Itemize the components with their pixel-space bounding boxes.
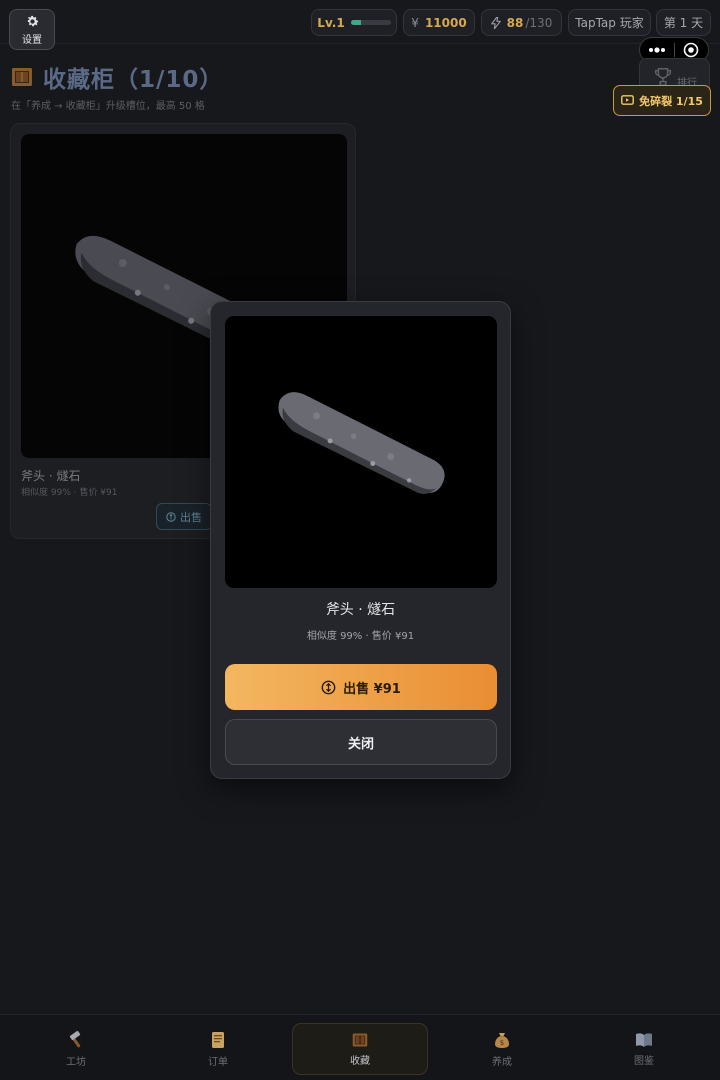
close-button[interactable]: 关闭	[225, 719, 497, 765]
page-subtitle: 在「养成 → 收藏柜」升级槽位，最高 50 格	[11, 101, 205, 112]
level-progress-fill	[350, 20, 361, 25]
nav-label: 收藏	[350, 1055, 370, 1067]
close-button-label: 关闭	[347, 736, 374, 752]
energy-pill[interactable]: 88 /130	[481, 9, 562, 36]
item-detail-modal: 斧头 · 燧石 相似度 99% · 售价 ¥91 出售 ¥91 关闭	[210, 301, 511, 779]
energy-max: /130	[525, 15, 553, 30]
flint-axe-model	[278, 392, 445, 494]
sell-button[interactable]: 出售 ¥91	[225, 664, 497, 710]
coins-value: 11000	[424, 15, 467, 30]
nav-item-orders[interactable]: 订单	[150, 1023, 286, 1075]
yen-icon: ¥	[411, 15, 419, 30]
nav-item-collection[interactable]: 收藏	[292, 1023, 428, 1075]
hammer-icon	[69, 1030, 81, 1047]
day-pill: 第 1 天	[656, 9, 711, 36]
scroll-icon	[212, 1031, 224, 1048]
card-sell-label: 出售	[180, 510, 202, 524]
coin-icon	[321, 680, 336, 694]
level-progress-bar	[350, 20, 391, 25]
nav-label: 养成	[492, 1056, 512, 1068]
card-item-name: 斧头 · 燧石	[21, 469, 81, 483]
page-title: 收藏柜（1/10）	[43, 67, 224, 93]
free-shatter-button[interactable]: 免碎裂 1/15	[613, 85, 711, 116]
modal-item-meta: 相似度 99% · 售价 ¥91	[306, 631, 415, 642]
nav-label: 订单	[208, 1056, 228, 1068]
target-circle-icon	[683, 42, 699, 58]
player-name: TapTap 玩家	[575, 16, 644, 30]
level-label: Lv.1	[317, 15, 345, 30]
bottom-navigation: 工坊 订单 收藏 $ 养成 图鉴	[0, 1014, 720, 1080]
cabinet-icon	[12, 68, 32, 86]
card-sell-button[interactable]: 出售	[156, 503, 212, 530]
cabinet-icon	[352, 1032, 368, 1047]
nav-label: 工坊	[66, 1056, 86, 1068]
modal-item-name: 斧头 · 燧石	[325, 602, 396, 618]
modal-artifact-preview[interactable]	[225, 316, 497, 588]
nav-item-upgrade[interactable]: $ 养成	[434, 1023, 570, 1075]
sell-button-label: 出售 ¥91	[343, 681, 401, 697]
page-header: 收藏柜（1/10）	[11, 60, 223, 94]
coins-pill[interactable]: ¥ 11000	[403, 9, 475, 36]
svg-text:$: $	[500, 1039, 504, 1047]
moneybag-icon: $	[495, 1032, 509, 1048]
nav-item-codex[interactable]: 图鉴	[576, 1023, 712, 1075]
settings-button[interactable]: 设置	[9, 9, 55, 50]
gear-icon	[27, 15, 38, 26]
energy-current: 88	[506, 15, 524, 30]
more-dots-icon	[648, 47, 665, 53]
nav-label: 图鉴	[634, 1055, 654, 1067]
top-bar: 设置 Lv.1 ¥ 11000 88 /130 TapTap 玩家 第 1 天	[0, 0, 720, 50]
free-shatter-label: 免碎裂 1/15	[639, 94, 703, 108]
card-item-meta: 相似度 99% · 售价 ¥91	[21, 488, 118, 498]
player-name-pill[interactable]: TapTap 玩家	[568, 9, 651, 36]
tv-ad-icon	[621, 95, 634, 105]
book-icon	[636, 1032, 652, 1047]
day-label: 第 1 天	[663, 16, 704, 30]
settings-label: 设置	[22, 34, 42, 46]
coin-icon	[166, 511, 176, 522]
level-pill[interactable]: Lv.1	[311, 9, 397, 36]
lightning-icon	[490, 16, 501, 29]
nav-item-workshop[interactable]: 工坊	[8, 1023, 144, 1075]
